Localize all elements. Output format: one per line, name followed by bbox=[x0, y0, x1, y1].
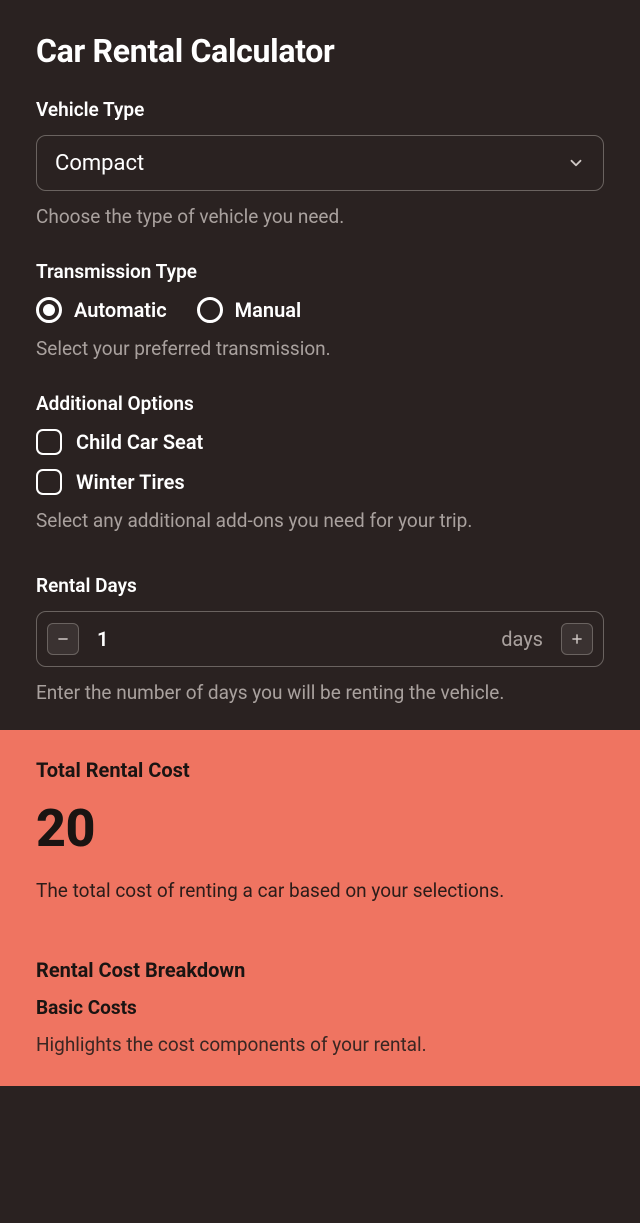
rental-days-value[interactable]: 1 bbox=[91, 627, 489, 651]
transmission-section: Transmission Type Automatic Manual Selec… bbox=[36, 260, 604, 360]
rental-days-stepper: 1 days bbox=[36, 611, 604, 667]
chevron-down-icon bbox=[567, 154, 585, 172]
rental-days-helper: Enter the number of days you will be ren… bbox=[36, 681, 604, 704]
addons-label: Additional Options bbox=[36, 392, 604, 415]
stepper-decrement-button[interactable] bbox=[47, 623, 79, 655]
radio-icon bbox=[36, 297, 62, 323]
radio-automatic[interactable]: Automatic bbox=[36, 297, 167, 323]
rental-days-unit: days bbox=[501, 627, 543, 651]
vehicle-type-selected: Compact bbox=[55, 151, 144, 176]
rental-days-label: Rental Days bbox=[36, 574, 604, 597]
vehicle-type-helper: Choose the type of vehicle you need. bbox=[36, 205, 604, 228]
transmission-helper: Select your preferred transmission. bbox=[36, 337, 604, 360]
radio-manual-label: Manual bbox=[235, 298, 302, 322]
vehicle-type-label: Vehicle Type bbox=[36, 98, 604, 121]
checkbox-icon bbox=[36, 429, 62, 455]
vehicle-type-section: Vehicle Type Compact Choose the type of … bbox=[36, 98, 604, 228]
radio-icon bbox=[197, 297, 223, 323]
checkbox-winter-tires[interactable]: Winter Tires bbox=[36, 469, 604, 495]
transmission-label: Transmission Type bbox=[36, 260, 604, 283]
vehicle-type-select[interactable]: Compact bbox=[36, 135, 604, 191]
checkbox-winter-tires-label: Winter Tires bbox=[76, 470, 185, 494]
result-title: Total Rental Cost bbox=[36, 758, 604, 782]
result-value: 20 bbox=[36, 798, 604, 859]
addons-helper: Select any additional add-ons you need f… bbox=[36, 509, 604, 532]
checkbox-child-seat-label: Child Car Seat bbox=[76, 430, 203, 454]
stepper-increment-button[interactable] bbox=[561, 623, 593, 655]
radio-automatic-label: Automatic bbox=[74, 298, 167, 322]
page-title: Car Rental Calculator bbox=[36, 32, 604, 70]
result-desc: The total cost of renting a car based on… bbox=[36, 879, 604, 902]
result-panel: Total Rental Cost 20 The total cost of r… bbox=[0, 730, 640, 1086]
rental-days-section: Rental Days 1 days Enter the number of d… bbox=[36, 574, 604, 704]
addons-section: Additional Options Child Car Seat Winter… bbox=[36, 392, 604, 532]
breakdown-desc: Highlights the cost components of your r… bbox=[36, 1033, 604, 1056]
radio-manual[interactable]: Manual bbox=[197, 297, 302, 323]
checkbox-child-seat[interactable]: Child Car Seat bbox=[36, 429, 604, 455]
checkbox-icon bbox=[36, 469, 62, 495]
breakdown-subtitle: Basic Costs bbox=[36, 996, 604, 1019]
breakdown-title: Rental Cost Breakdown bbox=[36, 958, 604, 982]
